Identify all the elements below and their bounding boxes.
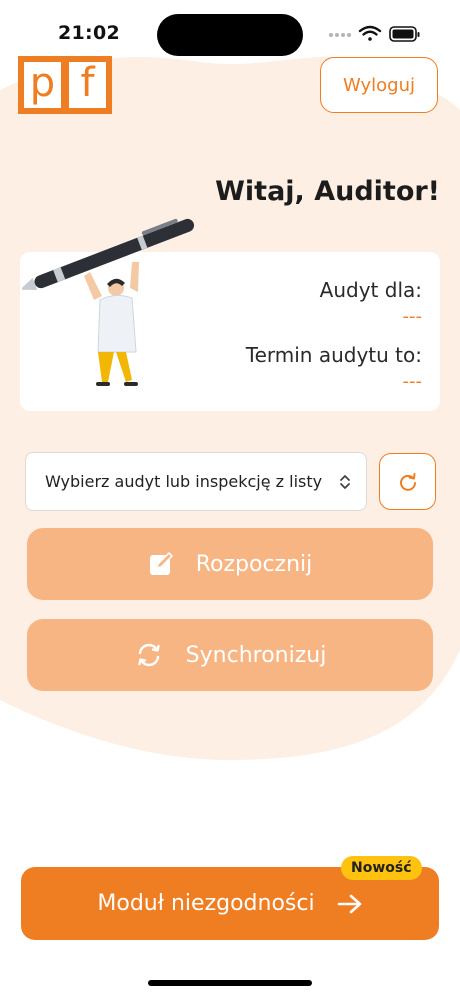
start-audit-label: Rozpocznij <box>195 551 313 577</box>
sync-icon <box>137 643 160 667</box>
nonconformity-module-label: Moduł niezgodności <box>97 891 315 916</box>
app-logo: p f <box>18 56 112 114</box>
battery-icon <box>389 26 420 42</box>
audit-for-label: Audyt dla: <box>319 278 422 302</box>
logout-button[interactable]: Wyloguj <box>320 57 438 113</box>
sync-label: Synchronizuj <box>185 642 327 668</box>
camera-notch <box>157 14 303 56</box>
sync-button[interactable]: Synchronizuj <box>27 619 433 691</box>
refresh-icon <box>399 472 416 491</box>
signal-icon <box>329 33 351 37</box>
edit-icon <box>149 552 173 575</box>
audit-for-value: --- <box>402 306 423 327</box>
home-indicator <box>148 980 312 986</box>
audit-deadline-value: --- <box>402 371 423 392</box>
status-time: 21:02 <box>58 22 120 44</box>
audit-deadline-label: Termin audytu to: <box>245 343 422 367</box>
audit-select[interactable]: Wybierz audyt lub inspekcję z listy <box>25 452 367 511</box>
greeting-title: Witaj, Auditor! <box>215 176 440 207</box>
logo-letter-f: f <box>69 62 106 108</box>
status-icons <box>329 25 420 42</box>
arrow-right-icon <box>337 894 361 913</box>
logo-letter-p: p <box>24 62 61 108</box>
new-badge: Nowość <box>341 856 422 880</box>
start-audit-button[interactable]: Rozpocznij <box>27 528 433 600</box>
refresh-list-button[interactable] <box>379 453 436 510</box>
audit-select-value: Wybierz audyt lub inspekcję z listy <box>45 472 323 491</box>
auditor-pen-illustration <box>22 218 195 386</box>
wifi-icon <box>358 25 382 41</box>
chevron-updown-icon <box>340 475 350 489</box>
